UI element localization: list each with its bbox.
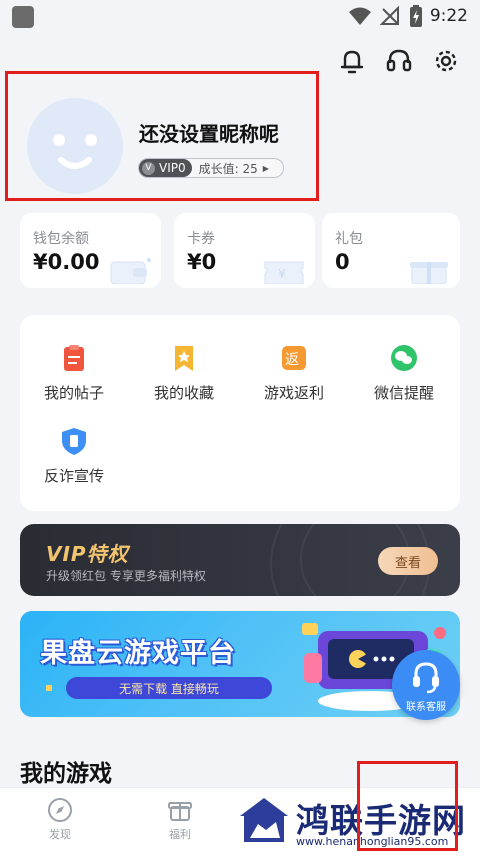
- cloud-banner-title: 果盘云游戏平台: [40, 638, 236, 669]
- customer-service-headset-icon: [413, 662, 439, 694]
- gift-pack-value: 0: [335, 250, 350, 274]
- compass-icon: [48, 798, 72, 822]
- contact-service-button[interactable]: 联系客服: [392, 650, 460, 720]
- wechat-icon: [391, 345, 417, 371]
- no-signal-icon: [380, 6, 399, 25]
- gift-box-icon: [168, 802, 192, 821]
- vip-view-button[interactable]: 查看: [378, 547, 438, 575]
- rebate-glyph: 返: [285, 352, 299, 368]
- watermark-logo: [240, 798, 288, 842]
- cloud-banner-subtitle: 无需下载 直接畅玩: [66, 677, 272, 699]
- coupon-label: 卡券: [187, 231, 215, 247]
- app-notification-icon: [12, 6, 34, 28]
- gift-pack-card[interactable]: 礼包 0: [322, 213, 460, 288]
- menu-game-rebate[interactable]: 返 游戏返利: [249, 343, 339, 403]
- gift-box-art-icon: [410, 262, 448, 284]
- nav-discover[interactable]: 发现: [30, 797, 90, 842]
- menu-wechat-reminder-label: 微信提醒: [373, 384, 434, 402]
- red-highlight-box: [5, 71, 319, 201]
- shield-phone-icon: [62, 428, 86, 455]
- decorative-bullet: [46, 685, 52, 691]
- menu-game-rebate-label: 游戏返利: [263, 384, 324, 402]
- menu-my-posts-label: 我的帖子: [43, 384, 104, 402]
- svg-text:¥: ¥: [278, 267, 286, 281]
- wallet-balance-card[interactable]: 钱包余额 ¥0.00: [20, 213, 161, 288]
- wallet-balance-label: 钱包余额: [33, 231, 89, 247]
- clipboard-icon: [64, 345, 84, 371]
- coupon-ticket-icon: ¥: [264, 261, 304, 284]
- wifi-icon: [349, 7, 371, 25]
- nav-welfare[interactable]: 福利: [150, 797, 210, 842]
- contact-service-label: 联系客服: [406, 702, 446, 713]
- vip-privilege-banner[interactable]: VIP特权 升级领红包 专享更多福利特权 查看: [20, 524, 460, 596]
- bell-icon[interactable]: [337, 46, 367, 76]
- my-games-heading: 我的游戏: [20, 761, 112, 787]
- menu-anti-fraud-label: 反诈宣传: [43, 467, 104, 485]
- status-bar: 9:22: [0, 0, 480, 34]
- battery-charging-icon: [410, 5, 422, 27]
- menu-my-posts[interactable]: 我的帖子: [29, 343, 119, 403]
- menu-anti-fraud[interactable]: 反诈宣传: [29, 426, 119, 486]
- red-highlight-box: [357, 761, 458, 851]
- wallet-icon: [110, 258, 151, 284]
- menu-my-favorites-label: 我的收藏: [153, 384, 214, 402]
- coupon-value: ¥0: [187, 250, 217, 274]
- nav-welfare-label: 福利: [169, 828, 191, 841]
- vip-banner-subtitle: 升级领红包 专享更多福利特权: [46, 569, 206, 583]
- menu-my-favorites[interactable]: 我的收藏: [139, 343, 229, 403]
- feature-menu-panel: 我的帖子 我的收藏 返 游戏返利 微信提醒 反诈宣传: [20, 315, 460, 511]
- vip-banner-title: VIP特权: [46, 542, 129, 566]
- clock: 9:22: [429, 6, 468, 26]
- rebate-icon: 返: [282, 346, 306, 370]
- menu-wechat-reminder[interactable]: 微信提醒: [359, 343, 449, 403]
- nav-discover-label: 发现: [49, 828, 71, 841]
- coupon-card[interactable]: 卡券 ¥0 ¥: [174, 213, 315, 288]
- settings-gear-icon[interactable]: [431, 46, 461, 76]
- bookmark-star-icon: [175, 346, 193, 371]
- gift-pack-label: 礼包: [335, 231, 363, 247]
- wallet-balance-value: ¥0.00: [33, 250, 100, 274]
- headset-icon[interactable]: [384, 46, 414, 76]
